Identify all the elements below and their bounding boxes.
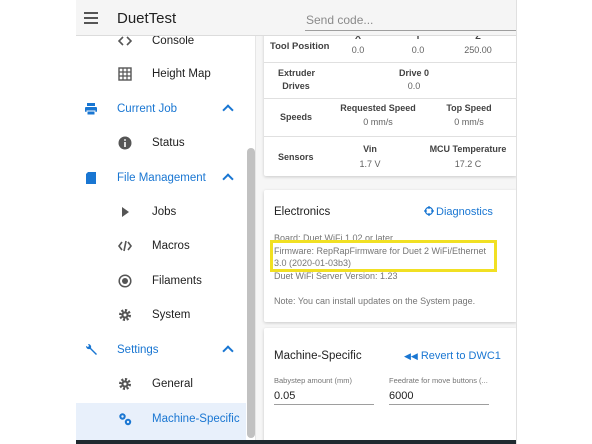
radiobox-icon <box>118 274 132 288</box>
sidebar-item-filaments[interactable]: Filaments <box>76 265 246 299</box>
sidebar-scrollbar[interactable] <box>247 148 255 438</box>
gear-icon <box>119 378 131 390</box>
axis-z-label: Z <box>475 36 481 41</box>
machine-specific-card: Machine-Specific ◀◀ Revert to DWC1 Babyst… <box>264 328 516 440</box>
top-toolbar: DuetTest <box>76 0 516 36</box>
revert-label: Revert to DWC1 <box>420 350 501 362</box>
sidebar-group-label: File Management <box>117 172 206 184</box>
sidebar-item-label: System <box>152 309 191 321</box>
extruder-label-line2: Drives <box>282 81 310 91</box>
mcu-temperature-value: 17.2 C <box>454 159 482 169</box>
sensors-label: Sensors <box>278 152 314 162</box>
babystep-label: Babystep amount (mm) <box>274 376 352 385</box>
sidebar-item-jobs[interactable]: Jobs <box>76 196 246 230</box>
machine-status-card: Tool Position X Y Z 0.0 0.0 250.00 Extru… <box>264 36 516 176</box>
sidebar-item-label: General <box>152 378 193 390</box>
vin-label: Vin <box>363 144 377 154</box>
sidebar-group-label: Settings <box>117 344 159 356</box>
sidebar-item-machine-specific[interactable]: Machine-Specific <box>76 403 246 440</box>
app-title: DuetTest <box>117 10 177 27</box>
gear-icon <box>119 309 131 321</box>
extruder-drives-row: Extruder Drives Drive 0 0.0 <box>264 62 516 98</box>
firmware-highlight-box <box>270 240 497 272</box>
sidebar-item-label: Jobs <box>152 206 177 218</box>
rewind-icon: ◀◀ <box>404 351 418 361</box>
babystep-input[interactable] <box>274 388 374 405</box>
sidebar-nav: Console Height Map Current Job Status Fi… <box>76 36 256 440</box>
main-content: Tool Position X Y Z 0.0 0.0 250.00 Extru… <box>256 36 516 440</box>
chevron-up-icon[interactable] <box>222 104 234 116</box>
hamburger-menu-icon[interactable] <box>84 12 98 24</box>
dwc-app: DuetTest Console Height Map Current Job … <box>76 0 516 440</box>
sidebar-item-general[interactable]: General <box>76 368 246 402</box>
axis-y-value: 0.0 <box>411 45 425 55</box>
gears-icon <box>119 413 132 426</box>
top-speed-label: Top Speed <box>446 103 492 113</box>
tool-position-row: Tool Position X Y Z 0.0 0.0 250.00 <box>264 36 516 62</box>
sidebar-group-label: Current Job <box>117 103 178 115</box>
vin-value: 1.7 V <box>359 159 381 169</box>
sidebar-item-label: Filaments <box>152 275 202 287</box>
axis-z-value: 250.00 <box>464 45 492 55</box>
axis-x-label: X <box>354 36 361 41</box>
sidebar-item-label: Machine-Specific <box>152 413 240 425</box>
window-bottom-edge <box>76 440 516 444</box>
sidebar-item-macros[interactable]: Macros <box>76 230 246 264</box>
printer-icon <box>85 103 97 116</box>
axis-x-value: 0.0 <box>351 45 365 55</box>
drive-0-value: 0.0 <box>407 81 421 91</box>
sidebar-item-height-map[interactable]: Height Map <box>76 58 246 92</box>
tool-position-label: Tool Position <box>270 41 330 52</box>
sidebar-group-file-management[interactable]: File Management <box>76 162 246 196</box>
feedrate-label: Feedrate for move buttons (... <box>389 376 488 385</box>
speeds-label: Speeds <box>280 112 313 122</box>
sidebar-item-label: Console <box>152 36 195 47</box>
requested-speed-value: 0 mm/s <box>363 117 393 127</box>
electronics-title: Electronics <box>274 206 331 218</box>
sidebar-item-label: Height Map <box>152 68 211 80</box>
drive-0-label: Drive 0 <box>398 68 430 78</box>
crosshair-icon <box>424 206 434 216</box>
machine-specific-title: Machine-Specific <box>274 350 362 362</box>
screenshot-frame: DuetTest Console Height Map Current Job … <box>0 0 592 444</box>
sensors-row: Sensors Vin 1.7 V MCU Temperature 17.2 C <box>264 136 516 176</box>
sidebar-item-label: Status <box>152 137 185 149</box>
sd-card-icon <box>86 172 96 184</box>
requested-speed-label: Requested Speed <box>340 103 416 113</box>
electronics-card: Electronics Diagnostics Board: Duet WiFi… <box>264 190 516 322</box>
sidebar-group-settings[interactable]: Settings <box>76 334 246 368</box>
info-icon <box>118 136 132 150</box>
grid-icon <box>118 67 132 81</box>
send-code-input[interactable] <box>305 9 516 31</box>
extruder-label-line1: Extruder <box>278 68 316 78</box>
code-braces-icon <box>118 240 132 252</box>
speeds-row: Speeds Requested Speed 0 mm/s Top Speed … <box>264 98 516 136</box>
revert-to-dwc1-button[interactable]: ◀◀ Revert to DWC1 <box>404 350 501 362</box>
sidebar-item-console[interactable]: Console <box>76 36 246 59</box>
sidebar-item-system[interactable]: System <box>76 299 246 333</box>
sidebar-item-status[interactable]: Status <box>76 127 246 161</box>
babystep-field: Babystep amount (mm) <box>274 376 374 405</box>
mcu-temperature-label: MCU Temperature <box>429 144 507 154</box>
wrench-icon <box>85 343 97 355</box>
top-speed-value: 0 mm/s <box>454 117 484 127</box>
extruder-drives-label: Extruder Drives <box>278 67 316 93</box>
play-icon <box>122 207 129 217</box>
code-icon <box>118 36 132 46</box>
chevron-up-icon[interactable] <box>222 173 234 185</box>
sidebar-item-label: Macros <box>152 240 190 252</box>
diagnostics-button[interactable]: Diagnostics <box>424 206 493 218</box>
update-note: Note: You can install updates on the Sys… <box>274 296 476 306</box>
diagnostics-label: Diagnostics <box>436 206 493 218</box>
chevron-up-icon[interactable] <box>222 345 234 357</box>
feedrate-field: Feedrate for move buttons (... <box>389 376 489 405</box>
axis-y-label: Y <box>414 36 421 41</box>
feedrate-input[interactable] <box>389 388 489 405</box>
sidebar-group-current-job[interactable]: Current Job <box>76 93 246 127</box>
window-right-edge <box>516 0 517 444</box>
